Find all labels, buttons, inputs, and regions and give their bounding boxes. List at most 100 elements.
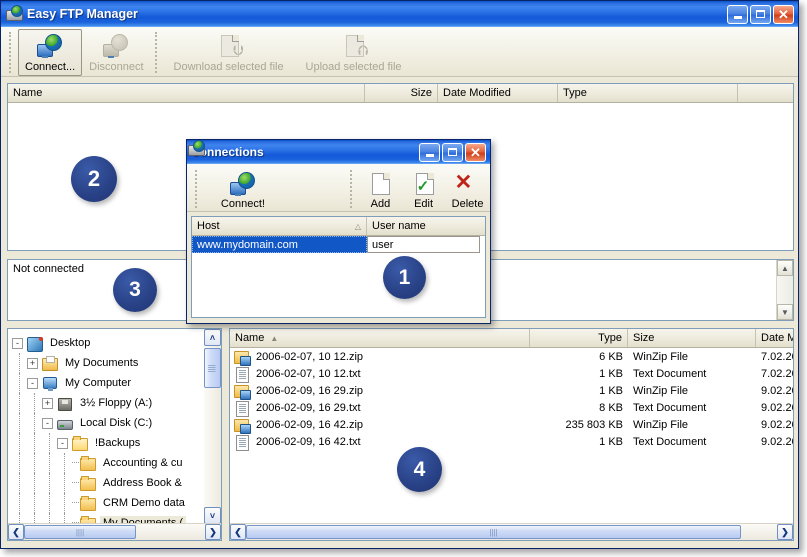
scroll-right-icon[interactable]: ❯ — [777, 524, 793, 540]
tree-node-my-computer[interactable]: - My Computer — [12, 373, 204, 393]
scroll-down-icon[interactable]: ▼ — [777, 304, 793, 320]
main-titlebar: Easy FTP Manager ✕ — [1, 1, 798, 27]
tree-node-crm-demo[interactable]: CRM Demo data — [12, 493, 204, 513]
dialog-minimize-button[interactable] — [419, 142, 440, 162]
expand-icon[interactable]: + — [42, 397, 53, 409]
dialog-maximize-button[interactable] — [442, 142, 463, 162]
status-scroll-track[interactable] — [777, 276, 793, 304]
tree-node-address-book[interactable]: Address Book & — [12, 473, 204, 493]
status-vertical-scrollbar[interactable]: ▲ ▼ — [776, 260, 793, 320]
upload-selected-file-button[interactable]: ⮉ Upload selected file — [294, 29, 414, 76]
text-file-icon — [233, 434, 251, 451]
edit-button[interactable]: ✓ Edit — [402, 167, 445, 211]
scroll-right-icon[interactable]: ❯ — [205, 524, 221, 540]
tree-vertical-scrollbar[interactable]: ˄ |||| ˅ — [204, 329, 221, 524]
connect-globe-icon — [228, 171, 258, 196]
ftp-server-globe-icon — [5, 5, 23, 23]
table-row[interactable]: 2006-02-09, 16 42.zip 235 803 KB WinZip … — [230, 416, 793, 434]
connection-row[interactable]: www.mydomain.com user — [192, 236, 485, 253]
tree-node-floppy-a[interactable]: + 3½ Floppy (A:) — [12, 393, 204, 413]
file-hscroll-thumb[interactable]: |||| — [246, 525, 741, 539]
file-column-name[interactable]: Name ▲ — [230, 329, 530, 347]
connection-user-name[interactable]: user — [367, 236, 480, 253]
tree-horizontal-scrollbar[interactable]: ❮ |||| ❯ — [8, 523, 221, 540]
text-file-icon — [233, 366, 251, 383]
tree-node-desktop[interactable]: - Desktop — [12, 333, 204, 353]
collapse-icon[interactable]: - — [42, 417, 53, 429]
file-column-type[interactable]: Type — [530, 329, 628, 347]
edit-check-icon: ✓ — [409, 171, 439, 196]
disconnect-button[interactable]: Disconnect — [82, 29, 150, 76]
table-row[interactable]: 2006-02-09, 16 29.zip 1 KB WinZip File 9… — [230, 382, 793, 400]
tree-scroll-thumb[interactable]: |||| — [204, 348, 221, 388]
connections-column-user-name[interactable]: User name — [367, 217, 485, 235]
my-computer-icon — [41, 376, 58, 391]
table-row[interactable]: 2006-02-07, 10 12.txt 1 KB Text Document… — [230, 365, 793, 383]
minimize-button[interactable] — [727, 4, 748, 24]
expand-icon[interactable]: + — [27, 357, 38, 369]
table-row[interactable]: 2006-02-09, 16 29.txt 8 KB Text Document… — [230, 399, 793, 417]
collapse-icon[interactable]: - — [27, 377, 38, 389]
tree-node-local-disk-c[interactable]: - Local Disk (C:) — [12, 413, 204, 433]
dialog-titlebar: Connections ✕ — [187, 140, 490, 164]
tree-hscroll-thumb[interactable]: |||| — [24, 525, 136, 539]
scroll-up-icon[interactable]: ▲ — [777, 260, 793, 276]
connect-button[interactable]: Connect... — [18, 29, 83, 76]
app-title: Easy FTP Manager — [27, 7, 138, 21]
file-list-horizontal-scrollbar[interactable]: ❮ |||| ❯ — [230, 523, 793, 540]
file-name: 2006-02-09, 16 29.zip — [256, 384, 364, 397]
connect-globe-icon — [35, 33, 65, 59]
badge-4: 4 — [397, 447, 442, 492]
tree-node-label: Accounting & cu — [103, 457, 183, 469]
dialog-window-controls: ✕ — [419, 142, 488, 162]
scroll-up-icon[interactable]: ˄ — [204, 329, 221, 346]
file-size: 1 KB — [599, 367, 623, 380]
tree-node-accounting[interactable]: Accounting & cu — [12, 453, 204, 473]
tree-guide — [72, 482, 79, 484]
download-selected-file-button[interactable]: ⮋ Download selected file — [164, 29, 294, 76]
remote-column-type[interactable]: Type — [558, 84, 738, 102]
tree-hscroll-track[interactable]: |||| — [24, 524, 205, 540]
collapse-icon[interactable]: - — [12, 337, 23, 349]
dialog-toolbar-separator-2 — [349, 170, 355, 208]
window-controls: ✕ — [727, 4, 796, 24]
remote-column-date-modified[interactable]: Date Modified — [438, 84, 558, 102]
upload-file-icon: ⮉ — [339, 33, 369, 59]
my-documents-icon — [41, 355, 58, 371]
maximize-button[interactable] — [750, 4, 771, 24]
scroll-down-icon[interactable]: ˅ — [204, 507, 221, 524]
close-button[interactable]: ✕ — [773, 4, 794, 24]
local-file-list[interactable]: Name▲ Type Size Date Modified 2006-02-07… — [229, 328, 794, 541]
connections-column-host[interactable]: Host △ — [192, 217, 367, 235]
table-row[interactable]: 2006-02-09, 16 42.txt 1 KB Text Document… — [230, 433, 793, 451]
remote-column-name[interactable]: Name — [8, 84, 365, 102]
table-row[interactable]: 2006-02-07, 10 12.zip 6 KB WinZip File 7… — [230, 348, 793, 366]
dialog-connect-button[interactable]: Connect! — [204, 167, 282, 211]
tree-node-my-documents-backup[interactable]: My Documents ( — [12, 513, 204, 523]
add-button[interactable]: Add — [359, 167, 402, 211]
file-list-rows[interactable]: 2006-02-07, 10 12.zip 6 KB WinZip File 7… — [230, 348, 793, 523]
dialog-close-button[interactable]: ✕ — [465, 142, 486, 162]
connection-host[interactable]: www.mydomain.com — [192, 236, 367, 253]
scroll-left-icon[interactable]: ❮ — [8, 524, 24, 540]
tree-node-label: 3½ Floppy (A:) — [80, 397, 153, 409]
tree-guide — [12, 413, 27, 433]
tree-node-backups[interactable]: - !Backups — [12, 433, 204, 453]
tree-guide — [42, 473, 57, 493]
desktop-icon — [26, 336, 43, 352]
tree-node-label: My Computer — [65, 377, 132, 389]
sort-ascending-icon: ▲ — [270, 333, 279, 343]
file-column-date-modified[interactable]: Date Modified — [756, 329, 793, 347]
folder-tree[interactable]: - Desktop + My Documents - My Computer +… — [8, 329, 204, 523]
connections-dialog: Connections ✕ Connect! Add ✓ Edit ✕ Dele… — [186, 139, 491, 324]
folder-tree-pane[interactable]: - Desktop + My Documents - My Computer +… — [7, 328, 222, 541]
scroll-left-icon[interactable]: ❮ — [230, 524, 246, 540]
file-column-size[interactable]: Size — [628, 329, 756, 347]
tree-node-my-documents[interactable]: + My Documents — [12, 353, 204, 373]
delete-button[interactable]: ✕ Delete — [445, 167, 490, 211]
connections-list[interactable]: Host △ User name www.mydomain.com user — [191, 216, 486, 318]
tree-scroll-track[interactable]: |||| — [204, 346, 221, 507]
remote-column-size[interactable]: Size — [365, 84, 438, 102]
file-hscroll-track[interactable]: |||| — [246, 524, 777, 540]
collapse-icon[interactable]: - — [57, 437, 68, 449]
